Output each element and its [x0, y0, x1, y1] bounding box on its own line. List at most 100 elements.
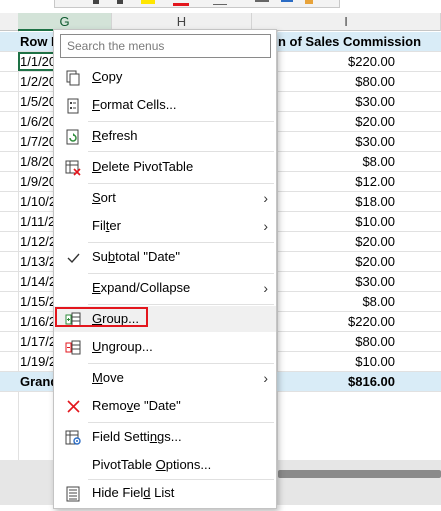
value-cell[interactable]: $12.00 — [275, 172, 395, 191]
checkmark-icon — [64, 249, 82, 265]
submenu-arrow-icon: › — [263, 280, 268, 296]
menu-item-format-cells[interactable]: Format Cells... — [54, 92, 276, 118]
value-cell[interactable]: $80.00 — [275, 332, 395, 351]
group-highlight-box — [55, 307, 148, 327]
value-cell[interactable]: $30.00 — [275, 272, 395, 291]
date-cell[interactable]: 1/8/20 — [18, 152, 56, 171]
ungroup-icon — [64, 339, 82, 355]
active-cell-outline — [18, 52, 58, 71]
row-labels-header[interactable]: Row L — [18, 32, 56, 51]
menu-label-pre: Fil — [92, 218, 106, 233]
format-painter-icon[interactable] — [305, 0, 313, 4]
menu-item-move[interactable]: Move › — [54, 365, 276, 391]
menu-label-pre: Hide Fiel — [92, 485, 144, 500]
menu-label-post: xpand/Collapse — [100, 280, 191, 295]
date-cell[interactable]: 1/7/20 — [18, 132, 56, 151]
menu-item-sort[interactable]: Sort › — [54, 185, 276, 211]
menu-item-hide-field-list[interactable]: Hide Field List — [54, 480, 276, 506]
menu-separator — [88, 183, 274, 184]
menu-label-post: gs... — [157, 429, 182, 444]
value-cell[interactable]: $8.00 — [275, 292, 395, 311]
value-cell[interactable]: $8.00 — [275, 152, 395, 171]
date-cell[interactable]: 1/12/2 — [18, 232, 56, 251]
menu-label-post: ove — [102, 370, 124, 385]
menu-label-accel: S — [92, 190, 101, 205]
menu-label-pre: Remo — [92, 398, 127, 413]
date-cell[interactable]: 1/14/2 — [18, 272, 56, 291]
date-cell[interactable]: 1/19/2 — [18, 352, 56, 371]
menu-label-post: ormat Cells... — [99, 97, 177, 112]
field-settings-icon — [64, 429, 82, 445]
menu-item-ungroup[interactable]: Ungroup... — [54, 334, 276, 360]
context-menu: Copy Format Cells... Refresh Delete Pivo… — [53, 29, 277, 509]
date-cell[interactable]: 1/17/2 — [18, 332, 56, 351]
horizontal-scrollbar[interactable] — [278, 470, 441, 478]
date-cell[interactable]: 1/16/2 — [18, 312, 56, 331]
date-cell[interactable]: 1/5/20 — [18, 92, 56, 111]
grand-total-value[interactable]: $816.00 — [275, 372, 395, 391]
menu-label-pre: Su — [92, 249, 108, 264]
bold-icon[interactable] — [93, 0, 99, 4]
date-cell[interactable]: 1/2/20 — [18, 72, 56, 91]
date-cell[interactable]: 1/6/20 — [18, 112, 56, 131]
menu-label-post: e "Date" — [133, 398, 181, 413]
increase-decimal-icon[interactable] — [281, 0, 293, 2]
submenu-arrow-icon: › — [263, 190, 268, 206]
value-cell[interactable]: $220.00 — [275, 52, 395, 71]
delete-pivottable-icon — [64, 159, 82, 176]
menu-item-pivottable-options[interactable]: PivotTable Options... — [54, 452, 276, 478]
menu-label-post: ort — [100, 190, 116, 205]
menu-separator — [88, 304, 274, 305]
menu-label-accel: D — [92, 159, 102, 174]
highlight-color-icon[interactable] — [141, 0, 155, 4]
mini-toolbar — [54, 0, 340, 8]
menu-label-post: elete PivotTable — [101, 159, 194, 174]
font-color-icon[interactable] — [173, 3, 189, 6]
date-cell[interactable]: 1/11/2 — [18, 212, 56, 231]
menu-item-subtotal-date[interactable]: Subtotal "Date" — [54, 244, 276, 270]
menu-label-accel: C — [92, 69, 102, 84]
value-cell[interactable]: $18.00 — [275, 192, 395, 211]
date-cell[interactable]: 1/10/2 — [18, 192, 56, 211]
decrease-decimal-icon[interactable] — [255, 0, 269, 2]
menu-label-post: total "Date" — [115, 249, 181, 264]
date-cell[interactable]: 1/13/2 — [18, 252, 56, 271]
menu-item-copy[interactable]: Copy — [54, 64, 276, 90]
field-list-icon — [64, 485, 82, 502]
menu-label-post: er — [109, 218, 121, 233]
borders-icon[interactable] — [213, 4, 227, 5]
menu-item-field-settings[interactable]: Field Settings... — [54, 424, 276, 450]
value-cell[interactable]: $80.00 — [275, 72, 395, 91]
refresh-icon — [64, 128, 82, 145]
menu-separator — [88, 363, 274, 364]
date-cell[interactable]: 1/9/20 — [18, 172, 56, 191]
value-cell[interactable]: $10.00 — [275, 352, 395, 371]
menu-label-accel: U — [92, 339, 102, 354]
menu-label-post: List — [150, 485, 175, 500]
value-cell[interactable]: $20.00 — [275, 252, 395, 271]
menu-item-filter[interactable]: Filter › — [54, 213, 276, 239]
menu-label-pre: Field Setti — [92, 429, 150, 444]
menu-label-accel: M — [92, 370, 103, 385]
value-cell[interactable]: $30.00 — [275, 92, 395, 111]
value-cell[interactable]: $20.00 — [275, 232, 395, 251]
menu-label-accel: R — [92, 128, 102, 143]
date-cell[interactable]: 1/15/2 — [18, 292, 56, 311]
value-cell[interactable]: $20.00 — [275, 112, 395, 131]
italic-icon[interactable] — [117, 0, 123, 4]
menu-separator — [88, 151, 274, 152]
value-cell[interactable]: $220.00 — [275, 312, 395, 331]
menu-search-input[interactable] — [61, 35, 270, 57]
menu-item-refresh[interactable]: Refresh — [54, 123, 276, 149]
column-header-i[interactable]: I — [252, 13, 441, 31]
grand-total-label[interactable]: Grand — [18, 372, 56, 391]
value-cell[interactable]: $30.00 — [275, 132, 395, 151]
menu-item-remove-date[interactable]: Remove "Date" — [54, 393, 276, 419]
menu-item-expand-collapse[interactable]: Expand/Collapse › — [54, 275, 276, 301]
value-cell[interactable]: $10.00 — [275, 212, 395, 231]
sum-of-sales-commission-header[interactable]: n of Sales Commission — [278, 32, 428, 51]
menu-item-delete-pivottable[interactable]: Delete PivotTable — [54, 154, 276, 180]
remove-icon — [64, 398, 82, 414]
menu-separator — [88, 121, 274, 122]
menu-search-box[interactable] — [60, 34, 271, 58]
